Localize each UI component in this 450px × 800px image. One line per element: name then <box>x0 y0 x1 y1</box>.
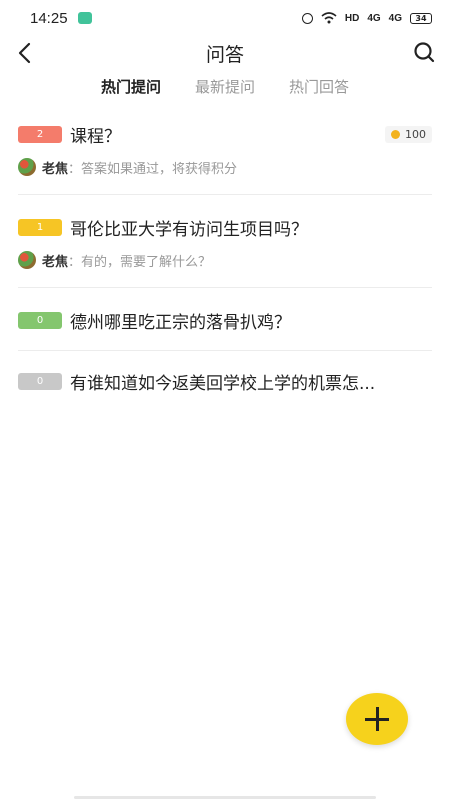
alarm-icon <box>301 12 313 24</box>
answer-preview: ：答案如果通过，将获得积分 <box>68 161 238 177</box>
home-indicator <box>74 796 376 799</box>
nav-bar: 问答 <box>0 36 450 70</box>
answerer-name: 老焦 <box>42 161 69 177</box>
app-notification-icon <box>77 12 92 24</box>
status-time: 14:25 <box>30 9 68 27</box>
answer-preview: ：有的，需要了解什么？ <box>68 254 212 270</box>
tab-latest-questions[interactable]: 最新提问 <box>195 76 255 106</box>
question-item[interactable]: 0 有谁知道如今返美回学校上学的机票怎... <box>18 359 432 403</box>
question-title[interactable]: 课程？ <box>70 122 385 147</box>
search-icon[interactable] <box>412 40 436 64</box>
answer-count-badge: 2 <box>18 125 62 143</box>
answerer-name: 老焦 <box>42 254 69 270</box>
status-bar: 14:25 HD 4G 4G 34 <box>0 0 450 36</box>
wifi-icon <box>321 12 337 24</box>
add-question-button[interactable] <box>346 693 408 745</box>
answer-count-badge: 1 <box>18 218 62 236</box>
answer-count-badge: 0 <box>18 311 62 329</box>
reward-badge: 100 <box>385 125 432 143</box>
question-title[interactable]: 哥伦比亚大学有访问生项目吗？ <box>70 215 432 240</box>
question-item[interactable]: 1 哥伦比亚大学有访问生项目吗？ 老焦 ：有的，需要了解什么？ <box>18 205 432 288</box>
battery-icon: 34 <box>410 12 432 24</box>
question-item[interactable]: 0 德州哪里吃正宗的落骨扒鸡？ <box>18 298 432 351</box>
tab-hot-answers[interactable]: 热门回答 <box>289 76 349 106</box>
avatar <box>18 158 36 176</box>
question-list: 2 课程？ 100 老焦 ：答案如果通过，将获得积分 1 哥伦比亚大学有访问生项… <box>18 112 432 403</box>
avatar <box>18 251 36 269</box>
question-tabs: 热门提问 最新提问 热门回答 <box>0 76 450 106</box>
status-indicators: HD 4G 4G 34 <box>301 12 432 24</box>
question-item[interactable]: 2 课程？ 100 老焦 ：答案如果通过，将获得积分 <box>18 112 432 195</box>
question-title[interactable]: 德州哪里吃正宗的落骨扒鸡？ <box>70 308 432 333</box>
network-type-label: HD <box>344 12 360 24</box>
answer-count-badge: 0 <box>18 372 62 390</box>
signal-icon: 4G <box>367 12 381 24</box>
signal-icon: 4G <box>388 12 402 24</box>
question-title[interactable]: 有谁知道如今返美回学校上学的机票怎... <box>70 369 432 394</box>
plus-icon <box>376 707 379 731</box>
page-title: 问答 <box>205 44 244 66</box>
coin-icon <box>391 129 400 139</box>
reward-points: 100 <box>405 127 426 141</box>
tab-hot-questions[interactable]: 热门提问 <box>101 76 161 106</box>
